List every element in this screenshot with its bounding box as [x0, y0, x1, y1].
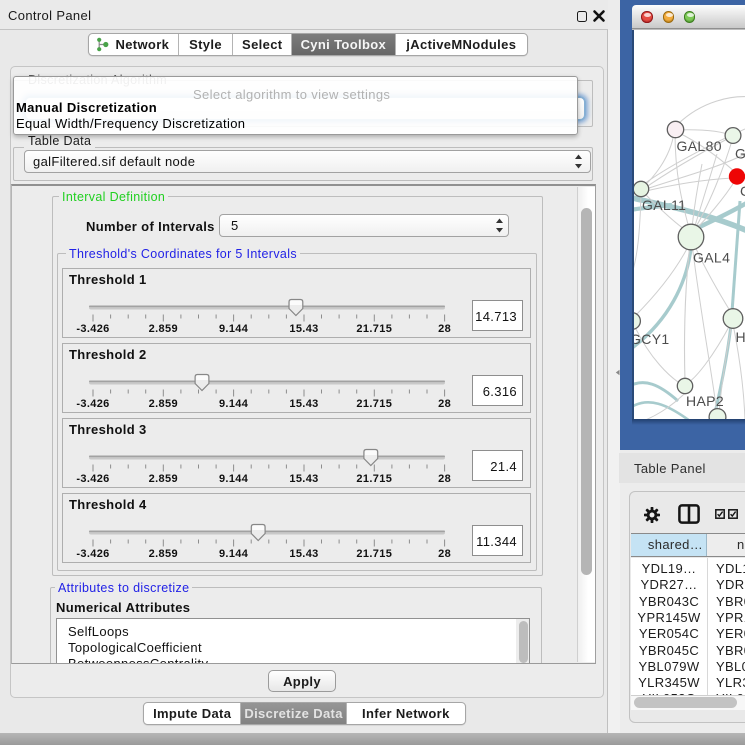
svg-text:GAL80: GAL80 [677, 138, 722, 154]
svg-text:2.859: 2.859 [149, 548, 178, 560]
svg-text:-3.426: -3.426 [76, 473, 109, 485]
svg-text:21.715: 21.715 [356, 548, 392, 560]
svg-text:21.715: 21.715 [356, 323, 392, 335]
svg-text:15.43: 15.43 [289, 548, 318, 560]
svg-text:C: C [740, 183, 745, 199]
svg-text:-3.426: -3.426 [76, 548, 109, 560]
svg-text:2.859: 2.859 [149, 473, 178, 485]
svg-text:15.43: 15.43 [289, 398, 318, 410]
svg-text:28: 28 [438, 323, 451, 335]
svg-text:15.43: 15.43 [289, 323, 318, 335]
svg-text:GAL4: GAL4 [693, 250, 730, 266]
svg-text:2.859: 2.859 [149, 398, 178, 410]
svg-text:28: 28 [438, 398, 451, 410]
svg-text:9.144: 9.144 [219, 323, 249, 335]
svg-text:H: H [736, 329, 745, 345]
svg-text:21.715: 21.715 [356, 473, 392, 485]
svg-text:15.43: 15.43 [289, 473, 318, 485]
svg-text:GA: GA [735, 146, 745, 162]
svg-text:9.144: 9.144 [219, 398, 249, 410]
svg-text:-3.426: -3.426 [76, 398, 109, 410]
svg-text:2.859: 2.859 [149, 323, 178, 335]
svg-text:-3.426: -3.426 [76, 323, 109, 335]
svg-text:28: 28 [438, 473, 451, 485]
svg-text:GCY1: GCY1 [632, 331, 670, 347]
svg-text:9.144: 9.144 [219, 548, 249, 560]
svg-text:HAP2: HAP2 [686, 393, 724, 409]
svg-text:GAL11: GAL11 [642, 197, 686, 213]
svg-text:28: 28 [438, 548, 451, 560]
svg-text:21.715: 21.715 [356, 398, 392, 410]
svg-text:9.144: 9.144 [219, 473, 249, 485]
